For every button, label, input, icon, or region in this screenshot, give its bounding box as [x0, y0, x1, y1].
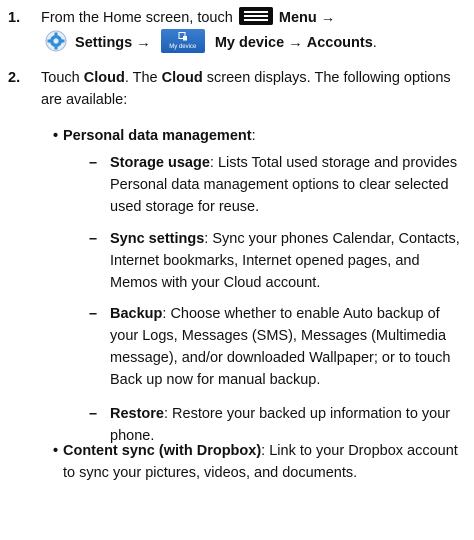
step-2: 2. Touch Cloud. The Cloud screen display…	[0, 67, 474, 111]
dash-marker: –	[89, 231, 98, 247]
subitem-title: Backup	[110, 306, 163, 322]
subitem-storage-usage: – Storage usage: Lists Total used storag…	[0, 152, 474, 218]
step-1: 1. From the Home screen, touch Menu → Se…	[0, 7, 474, 54]
step-lead: From the Home screen, touch	[41, 10, 233, 26]
step-text: From the Home screen, touch Menu → Setti…	[41, 7, 461, 54]
subitem-text: Backup: Choose whether to enable Auto ba…	[110, 303, 460, 391]
arrow: →	[288, 35, 303, 51]
my-device-label: My device	[214, 35, 285, 51]
subitem-backup: – Backup: Choose whether to enable Auto …	[0, 303, 474, 391]
bullet-marker: •	[53, 443, 59, 459]
gear-icon	[45, 30, 67, 52]
dash-marker: –	[89, 306, 98, 322]
subitem-desc: : Choose whether to enable Auto backup o…	[110, 306, 451, 388]
dash-marker: –	[89, 155, 98, 171]
subitem-sync-settings: – Sync settings: Sync your phones Calend…	[0, 228, 474, 294]
bullet-text: Content sync (with Dropbox): Link to you…	[63, 440, 461, 484]
dash-marker: –	[89, 406, 98, 422]
cloud-label: Cloud	[83, 70, 125, 86]
cloud-label: Cloud	[161, 70, 203, 86]
subitem-title: Storage usage	[110, 155, 210, 171]
bullet-marker: •	[53, 128, 59, 144]
arrow: →	[136, 35, 151, 51]
settings-label: Settings	[75, 35, 133, 51]
menu-icon	[238, 7, 273, 25]
step-text: Touch Cloud. The Cloud screen displays. …	[41, 67, 461, 111]
subitem-text: Storage usage: Lists Total used storage …	[110, 152, 460, 218]
bullet-title: Personal data management	[63, 128, 252, 144]
bullet-text: Personal data management:	[63, 125, 461, 147]
arrow: →	[320, 10, 336, 26]
step-number: 2.	[8, 70, 21, 86]
subitem-title: Sync settings	[110, 231, 205, 247]
subitem-text: Sync settings: Sync your phones Calendar…	[110, 228, 460, 294]
subitem-title: Restore	[110, 406, 164, 422]
accounts-label: Accounts	[306, 35, 373, 51]
bullet-colon: :	[251, 128, 256, 144]
step-text-mid: . The	[124, 70, 158, 86]
bullet-personal-data: • Personal data management:	[41, 125, 461, 147]
my-device-icon: My device	[160, 29, 205, 53]
step-number: 1.	[8, 10, 21, 26]
bullet-title: Content sync (with Dropbox)	[63, 443, 262, 459]
step-lead: Touch	[41, 70, 80, 86]
bullet-content-sync: • Content sync (with Dropbox): Link to y…	[41, 440, 461, 484]
manual-page: 1. From the Home screen, touch Menu → Se…	[0, 0, 474, 540]
my-device-caption: My device	[169, 44, 197, 50]
period: .	[372, 35, 377, 51]
menu-label: Menu	[278, 10, 317, 26]
